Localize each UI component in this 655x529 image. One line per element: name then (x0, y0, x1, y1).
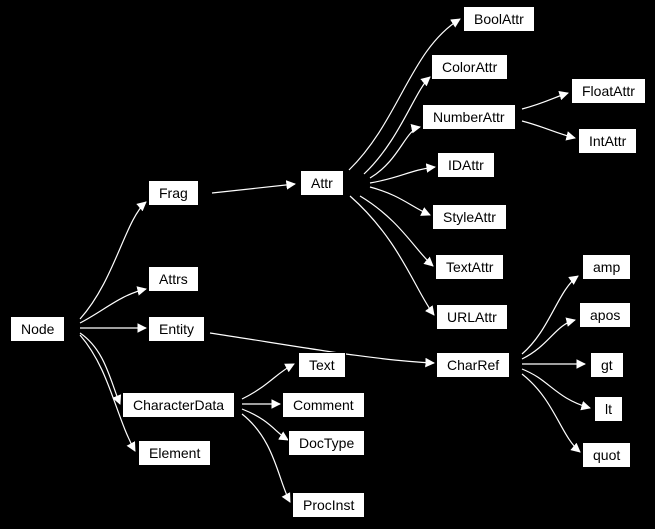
node-amp: amp (582, 254, 631, 280)
node-boolattr: BoolAttr (463, 6, 535, 32)
node-attr: Attr (300, 170, 344, 196)
node-styleattr: StyleAttr (432, 204, 507, 230)
node-apos: apos (579, 302, 631, 328)
node-textattr: TextAttr (435, 254, 504, 280)
node-gt: gt (590, 352, 624, 378)
node-doctype: DocType (288, 430, 365, 456)
node-intattr: IntAttr (578, 128, 637, 154)
node-idattr: IDAttr (437, 152, 495, 178)
node-lt: lt (594, 396, 623, 422)
node-frag: Frag (148, 180, 199, 206)
node-characterdata: CharacterData (122, 392, 235, 418)
node-charref: CharRef (436, 352, 510, 378)
node-quot: quot (582, 442, 631, 468)
node-floatattr: FloatAttr (571, 78, 646, 104)
node-numberattr: NumberAttr (422, 104, 516, 130)
node-urlattr: URLAttr (436, 304, 508, 330)
node-element: Element (138, 440, 211, 466)
node-attrs: Attrs (148, 266, 199, 292)
node-colorattr: ColorAttr (431, 54, 508, 80)
node-comment: Comment (282, 392, 365, 418)
node-entity: Entity (148, 316, 205, 342)
node-node: Node (10, 316, 65, 342)
node-text: Text (298, 352, 346, 378)
node-procinst: ProcInst (292, 492, 365, 518)
